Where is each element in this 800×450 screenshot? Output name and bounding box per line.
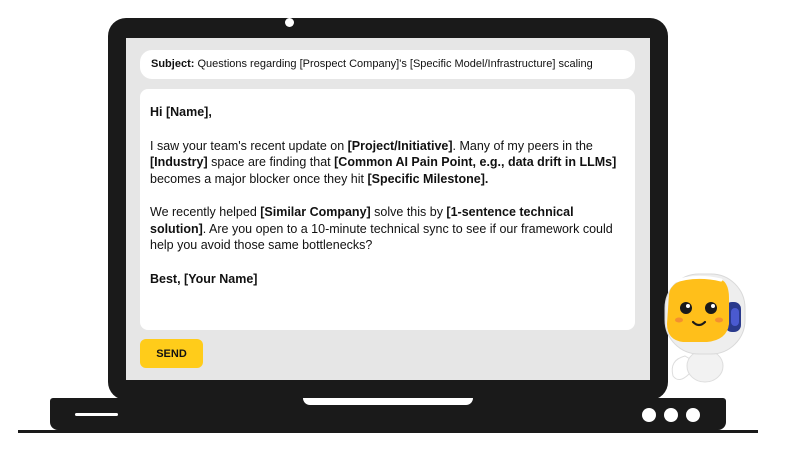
p1-text-3: space are finding that bbox=[207, 155, 335, 169]
camera-icon bbox=[285, 18, 294, 27]
subject-field[interactable]: Subject: Questions regarding [Prospect C… bbox=[140, 50, 635, 79]
p1-placeholder-milestone: [Specific Milestone]. bbox=[367, 171, 489, 186]
paragraph-1: I saw your team's recent update on [Proj… bbox=[150, 138, 625, 188]
p1-placeholder-project: [Project/Initiative] bbox=[347, 138, 453, 153]
subject-label: Subject: bbox=[151, 58, 195, 70]
greeting: Hi [Name], bbox=[150, 105, 212, 119]
signoff: Best, [Your Name] bbox=[150, 271, 258, 286]
send-button[interactable]: SEND bbox=[140, 339, 203, 368]
indicator-light bbox=[642, 408, 656, 422]
p1-text-2: . Many of my peers in the bbox=[452, 138, 593, 153]
floor-line bbox=[18, 430, 758, 433]
laptop-slot bbox=[75, 413, 118, 416]
p1-text-1: I saw your team's recent update on bbox=[150, 138, 348, 153]
p1-placeholder-pain-point: [Common AI Pain Point, e.g., data drift … bbox=[334, 155, 617, 169]
p2-text-1: We recently helped bbox=[150, 205, 261, 219]
p1-text-4: becomes a major blocker once they hit bbox=[150, 171, 368, 186]
p2-placeholder-company: [Similar Company] bbox=[260, 205, 371, 219]
robot-mascot-icon bbox=[664, 273, 746, 383]
subject-text: Questions regarding [Prospect Company]'s… bbox=[197, 58, 593, 70]
email-body[interactable]: Hi [Name], I saw your team's recent upda… bbox=[140, 89, 635, 330]
p2-text-2: solve this by bbox=[370, 205, 447, 219]
laptop-hinge bbox=[303, 398, 473, 405]
p2-text-3: . Are you open to a 10-minute technical … bbox=[150, 221, 613, 253]
paragraph-2: We recently helped [Similar Company] sol… bbox=[150, 204, 625, 254]
p1-placeholder-industry: [Industry] bbox=[150, 155, 208, 169]
indicator-light bbox=[686, 408, 700, 422]
indicator-light bbox=[664, 408, 678, 422]
